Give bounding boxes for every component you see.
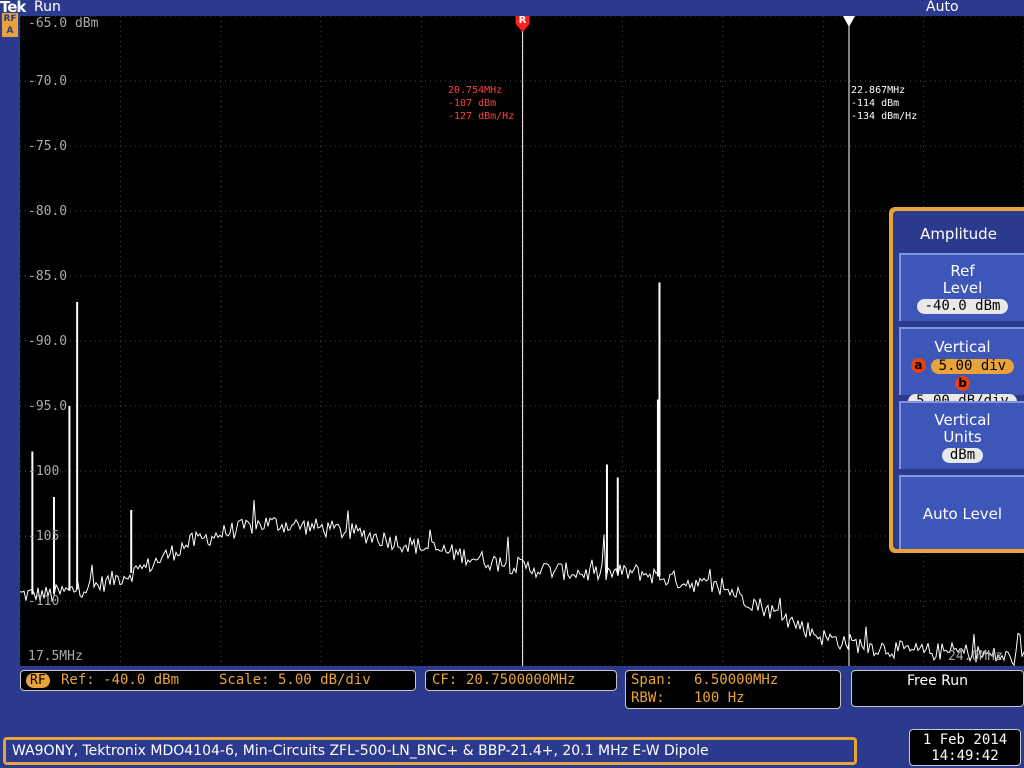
- acquisition-status: Run: [34, 0, 61, 15]
- y-tick-label: -95.0: [28, 399, 68, 414]
- span-label: Span:: [631, 672, 674, 688]
- vertical-units-value: dBm: [941, 448, 984, 463]
- auto-level-label: Auto Level: [922, 505, 1003, 523]
- vertical-units-label: Units: [943, 428, 982, 446]
- vertical-units-label: Vertical: [934, 411, 991, 429]
- cf-value: 20.7500000MHz: [466, 672, 576, 688]
- span-rbw-readout[interactable]: Span: 6.50000MHz RBW: 100 Hz: [625, 670, 841, 709]
- rf-badge-top: RF: [3, 14, 17, 24]
- start-frequency-label: 17.5MHz: [28, 649, 83, 664]
- y-tick-label: -85.0: [28, 269, 68, 284]
- marker-2-readout: 22.867MHz -114 dBm -134 dBm/Hz: [851, 84, 917, 123]
- vertical-button[interactable]: Vertical a 5.00 div b 5.00 dB/div: [899, 327, 1024, 409]
- vertical-b-icon: b: [955, 376, 970, 391]
- stop-frequency-label: 24.0MHz: [948, 649, 1003, 664]
- trigger-mode: Auto: [926, 0, 959, 15]
- marker-r-level: -107 dBm: [448, 98, 497, 109]
- rf-channel-badge: RF A: [2, 13, 18, 37]
- trigger-status: Free Run: [906, 673, 968, 689]
- y-tick-label: -105: [28, 529, 60, 544]
- trigger-status-readout[interactable]: Free Run: [851, 670, 1024, 707]
- ref-level-label: Level: [942, 279, 983, 297]
- y-tick-label: -75.0: [28, 139, 68, 154]
- caption-frame: WA9ONY, Tektronix MDO4104-6, Min-Circuit…: [3, 737, 857, 765]
- rf-badge-bottom: A: [6, 26, 14, 36]
- marker-r-letter: R: [518, 16, 527, 26]
- ref-scale-readout[interactable]: RF Ref: -40.0 dBm Scale: 5.00 dB/div: [20, 670, 416, 691]
- marker-2-level: -114 dBm: [851, 98, 900, 109]
- y-tick-label: -70.0: [28, 74, 68, 89]
- span-value: 6.50000MHz: [694, 672, 779, 688]
- cf-label: CF:: [432, 672, 458, 688]
- date: 1 Feb 2014: [922, 732, 1008, 748]
- rbw-label: RBW:: [631, 690, 665, 706]
- y-tick-label: -90.0: [28, 334, 68, 349]
- top-status-bar: Tek Run Auto: [0, 0, 1024, 16]
- auto-level-button[interactable]: Auto Level: [899, 475, 1024, 549]
- marker-r-density: -127 dBm/Hz: [448, 111, 515, 122]
- marker-2-flag: [842, 16, 855, 27]
- center-frequency-readout[interactable]: CF: 20.7500000MHz: [425, 670, 617, 691]
- vertical-a-icon: a: [910, 358, 926, 373]
- vertical-units-button[interactable]: Vertical Units dBm: [899, 401, 1024, 469]
- screen-caption: WA9ONY, Tektronix MDO4104-6, Min-Circuit…: [6, 740, 854, 762]
- side-menu-panel: Amplitude Ref Level -40.0 dBm Vertical a…: [893, 211, 1024, 549]
- y-tick-label: -110: [28, 594, 60, 609]
- rbw-value: 100 Hz: [694, 690, 745, 706]
- spectrum-trace: [20, 499, 1024, 666]
- vertical-label: Vertical: [934, 338, 991, 356]
- y-tick-label: -100: [28, 464, 60, 479]
- time: 14:49:42: [931, 748, 999, 764]
- scale-readout: Scale: 5.00 dB/div: [219, 672, 371, 688]
- marker-2-freq: 22.867MHz: [851, 85, 906, 96]
- ref-level-button[interactable]: Ref Level -40.0 dBm: [899, 253, 1024, 321]
- ref-level-value: -40.0 dBm: [916, 299, 1009, 314]
- ref-level-readout: Ref: -40.0 dBm: [61, 672, 180, 688]
- marker-2-density: -134 dBm/Hz: [851, 111, 918, 122]
- marker-r-freq: 20.754MHz: [448, 85, 503, 96]
- y-tick-label: -65.0 dBm: [28, 16, 99, 31]
- date-time-readout: 1 Feb 2014 14:49:42: [909, 729, 1021, 766]
- y-tick-label: -80.0: [28, 204, 68, 219]
- rf-chip: RF: [26, 673, 50, 688]
- spectrum-display[interactable]: R -65.0 dBm -70.0 -75.0 -80.0 -85.0 -90.…: [20, 16, 1024, 666]
- marker-r-readout: 20.754MHz -107 dBm -127 dBm/Hz: [448, 84, 514, 123]
- spur-peaks: [31, 282, 661, 595]
- amplitude-side-menu: Amplitude Ref Level -40.0 dBm Vertical a…: [889, 207, 1024, 553]
- ref-level-label: Ref: [950, 262, 975, 280]
- vertical-a-value: 5.00 div: [930, 359, 1015, 374]
- side-menu-title: Amplitude: [920, 225, 997, 243]
